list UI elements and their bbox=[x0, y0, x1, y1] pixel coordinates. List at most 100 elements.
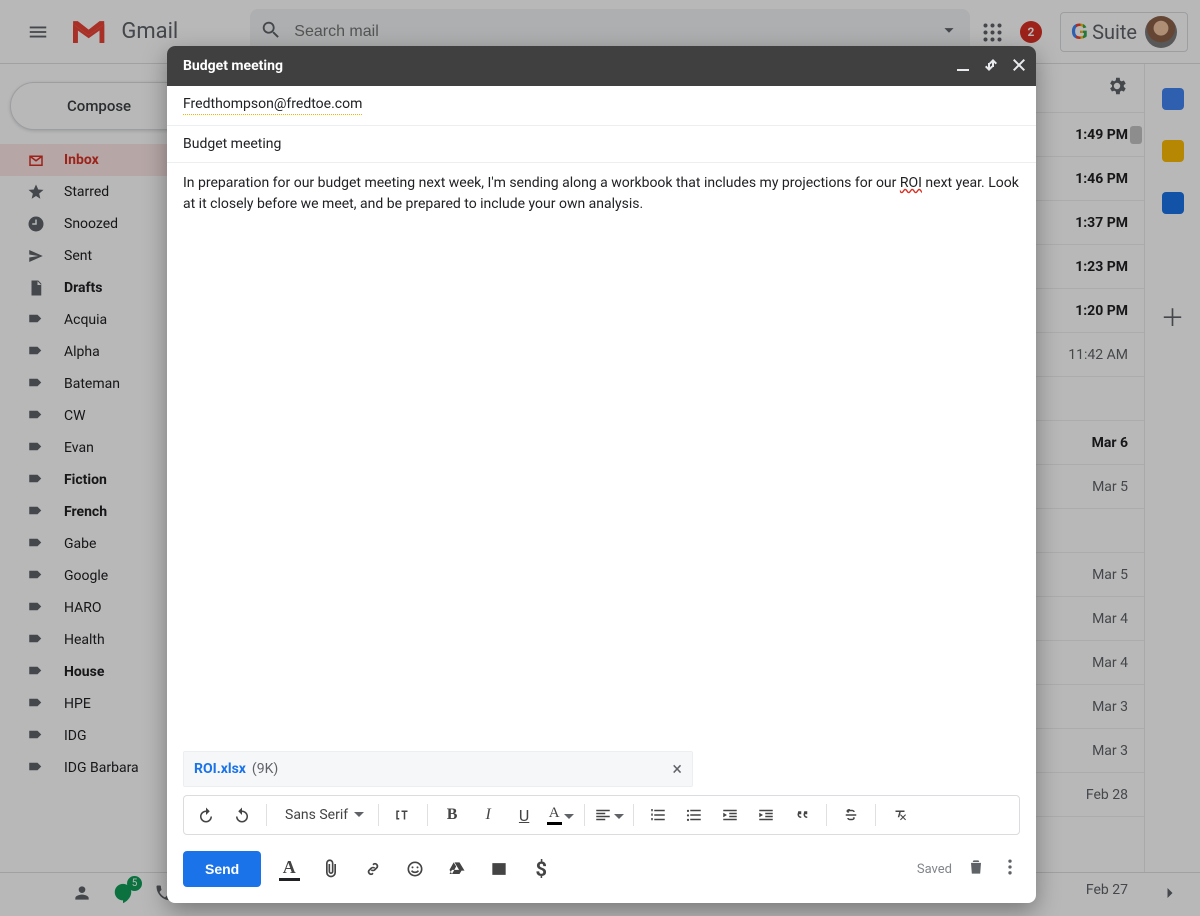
insert-drive-icon[interactable] bbox=[443, 855, 471, 883]
folder-icon bbox=[26, 343, 46, 361]
discard-draft-icon[interactable] bbox=[966, 857, 986, 881]
row-date: Feb 27 bbox=[1056, 882, 1128, 898]
minimize-icon[interactable] bbox=[956, 57, 970, 76]
undo-icon[interactable] bbox=[190, 799, 222, 831]
folder-icon bbox=[26, 247, 46, 265]
row-time: 1:49 PM bbox=[1056, 127, 1128, 143]
indent-more-icon[interactable] bbox=[750, 799, 782, 831]
folder-icon bbox=[26, 663, 46, 681]
compose-title: Budget meeting bbox=[183, 58, 283, 74]
folder-icon bbox=[26, 727, 46, 745]
row-time: 11:42 AM bbox=[1056, 347, 1128, 363]
attachment-chip[interactable]: ROI.xlsx (9K) × bbox=[183, 751, 693, 787]
app-name: Gmail bbox=[121, 19, 178, 44]
compose-label: Compose bbox=[67, 97, 131, 115]
quote-icon[interactable] bbox=[786, 799, 818, 831]
calendar-icon[interactable] bbox=[1162, 88, 1184, 110]
insert-emoji-icon[interactable] bbox=[401, 855, 429, 883]
saved-label: Saved bbox=[917, 862, 952, 877]
close-icon[interactable] bbox=[1012, 57, 1026, 76]
chevron-down-icon bbox=[354, 807, 364, 823]
account-avatar[interactable] bbox=[1145, 16, 1177, 48]
folder-icon bbox=[26, 407, 46, 425]
right-side-panel: ＋ bbox=[1144, 64, 1200, 872]
indent-less-icon[interactable] bbox=[714, 799, 746, 831]
folder-icon bbox=[26, 599, 46, 617]
folder-icon bbox=[26, 695, 46, 713]
addons-plus-icon[interactable]: ＋ bbox=[1162, 304, 1184, 326]
gsuite-g: G bbox=[1071, 19, 1088, 45]
sidebar-item-label: Fiction bbox=[64, 472, 107, 488]
sidebar-item-label: Google bbox=[64, 568, 108, 584]
sidebar-item-label: Snoozed bbox=[64, 216, 118, 232]
scrollbar-thumb[interactable] bbox=[1130, 126, 1142, 144]
row-time: Feb 28 bbox=[1056, 787, 1128, 803]
font-family-select[interactable]: Sans Serif bbox=[275, 807, 370, 823]
row-time: Mar 3 bbox=[1056, 743, 1128, 759]
sidebar-item-label: Starred bbox=[64, 184, 109, 200]
redo-icon[interactable] bbox=[226, 799, 258, 831]
row-time: 1:23 PM bbox=[1056, 259, 1128, 275]
gsuite-label: Suite bbox=[1092, 20, 1137, 44]
numbered-list-icon[interactable] bbox=[642, 799, 674, 831]
notifications-badge[interactable]: 2 bbox=[1020, 21, 1042, 43]
contacts-icon[interactable] bbox=[72, 883, 92, 907]
hangouts-icon[interactable]: 5 bbox=[112, 882, 134, 908]
sidebar-item-label: IDG Barbara bbox=[64, 760, 139, 776]
folder-icon bbox=[26, 375, 46, 393]
to-field[interactable]: Fredthompson@fredtoe.com bbox=[167, 86, 1036, 126]
remove-attachment-icon[interactable]: × bbox=[672, 759, 682, 780]
strikethrough-icon[interactable] bbox=[835, 799, 867, 831]
tasks-icon[interactable] bbox=[1162, 192, 1184, 214]
settings-icon[interactable] bbox=[1106, 75, 1128, 101]
recipient-chip[interactable]: Fredthompson@fredtoe.com bbox=[183, 96, 362, 115]
send-button[interactable]: Send bbox=[183, 851, 261, 887]
sidebar-item-label: Acquia bbox=[64, 312, 107, 328]
clear-formatting-icon[interactable] bbox=[884, 799, 916, 831]
message-body[interactable]: In preparation for our budget meeting ne… bbox=[167, 163, 1036, 751]
folder-icon bbox=[26, 503, 46, 521]
folder-icon bbox=[26, 279, 46, 297]
folder-icon bbox=[26, 471, 46, 489]
compose-header[interactable]: Budget meeting bbox=[167, 46, 1036, 86]
more-options-icon[interactable] bbox=[1000, 857, 1020, 881]
insert-link-icon[interactable] bbox=[359, 855, 387, 883]
gsuite-badge[interactable]: G Suite bbox=[1060, 12, 1188, 52]
subject-field[interactable]: Budget meeting bbox=[167, 126, 1036, 163]
bulleted-list-icon[interactable] bbox=[678, 799, 710, 831]
body-text: In preparation for our budget meeting ne… bbox=[183, 175, 900, 191]
confidential-mode-icon[interactable]: $ bbox=[527, 855, 555, 883]
row-time: Mar 5 bbox=[1056, 567, 1128, 583]
expand-panel-icon[interactable] bbox=[1160, 883, 1180, 907]
sidebar-item-label: Gabe bbox=[64, 536, 96, 552]
search-options-icon[interactable] bbox=[938, 19, 960, 45]
sidebar-item-label: Inbox bbox=[64, 152, 99, 168]
attachment-size: (9K) bbox=[252, 761, 278, 777]
google-apps-icon[interactable] bbox=[982, 22, 1002, 42]
sidebar-item-label: Drafts bbox=[64, 280, 102, 296]
row-time: 1:20 PM bbox=[1056, 303, 1128, 319]
folder-icon bbox=[26, 439, 46, 457]
attach-icon[interactable] bbox=[317, 855, 345, 883]
formatting-toolbar: Sans Serif B I U A bbox=[183, 795, 1020, 835]
keep-icon[interactable] bbox=[1162, 140, 1184, 162]
main-menu-button[interactable] bbox=[16, 10, 60, 54]
text-color-icon[interactable]: A bbox=[544, 799, 576, 831]
underline-icon[interactable]: U bbox=[508, 799, 540, 831]
sidebar-item-label: Evan bbox=[64, 440, 94, 456]
font-size-icon[interactable] bbox=[387, 799, 419, 831]
italic-icon[interactable]: I bbox=[472, 799, 504, 831]
sidebar-item-label: HPE bbox=[64, 696, 91, 712]
align-icon[interactable] bbox=[593, 799, 625, 831]
search-input[interactable] bbox=[294, 23, 926, 41]
formatting-toggle-icon[interactable]: A bbox=[275, 855, 303, 883]
folder-icon bbox=[26, 631, 46, 649]
popout-icon[interactable] bbox=[984, 57, 998, 76]
row-time: Mar 4 bbox=[1056, 611, 1128, 627]
insert-photo-icon[interactable] bbox=[485, 855, 513, 883]
folder-icon bbox=[26, 151, 46, 169]
row-time: 1:37 PM bbox=[1056, 215, 1128, 231]
sidebar-item-label: French bbox=[64, 504, 107, 520]
gmail-logo bbox=[70, 12, 107, 52]
bold-icon[interactable]: B bbox=[436, 799, 468, 831]
